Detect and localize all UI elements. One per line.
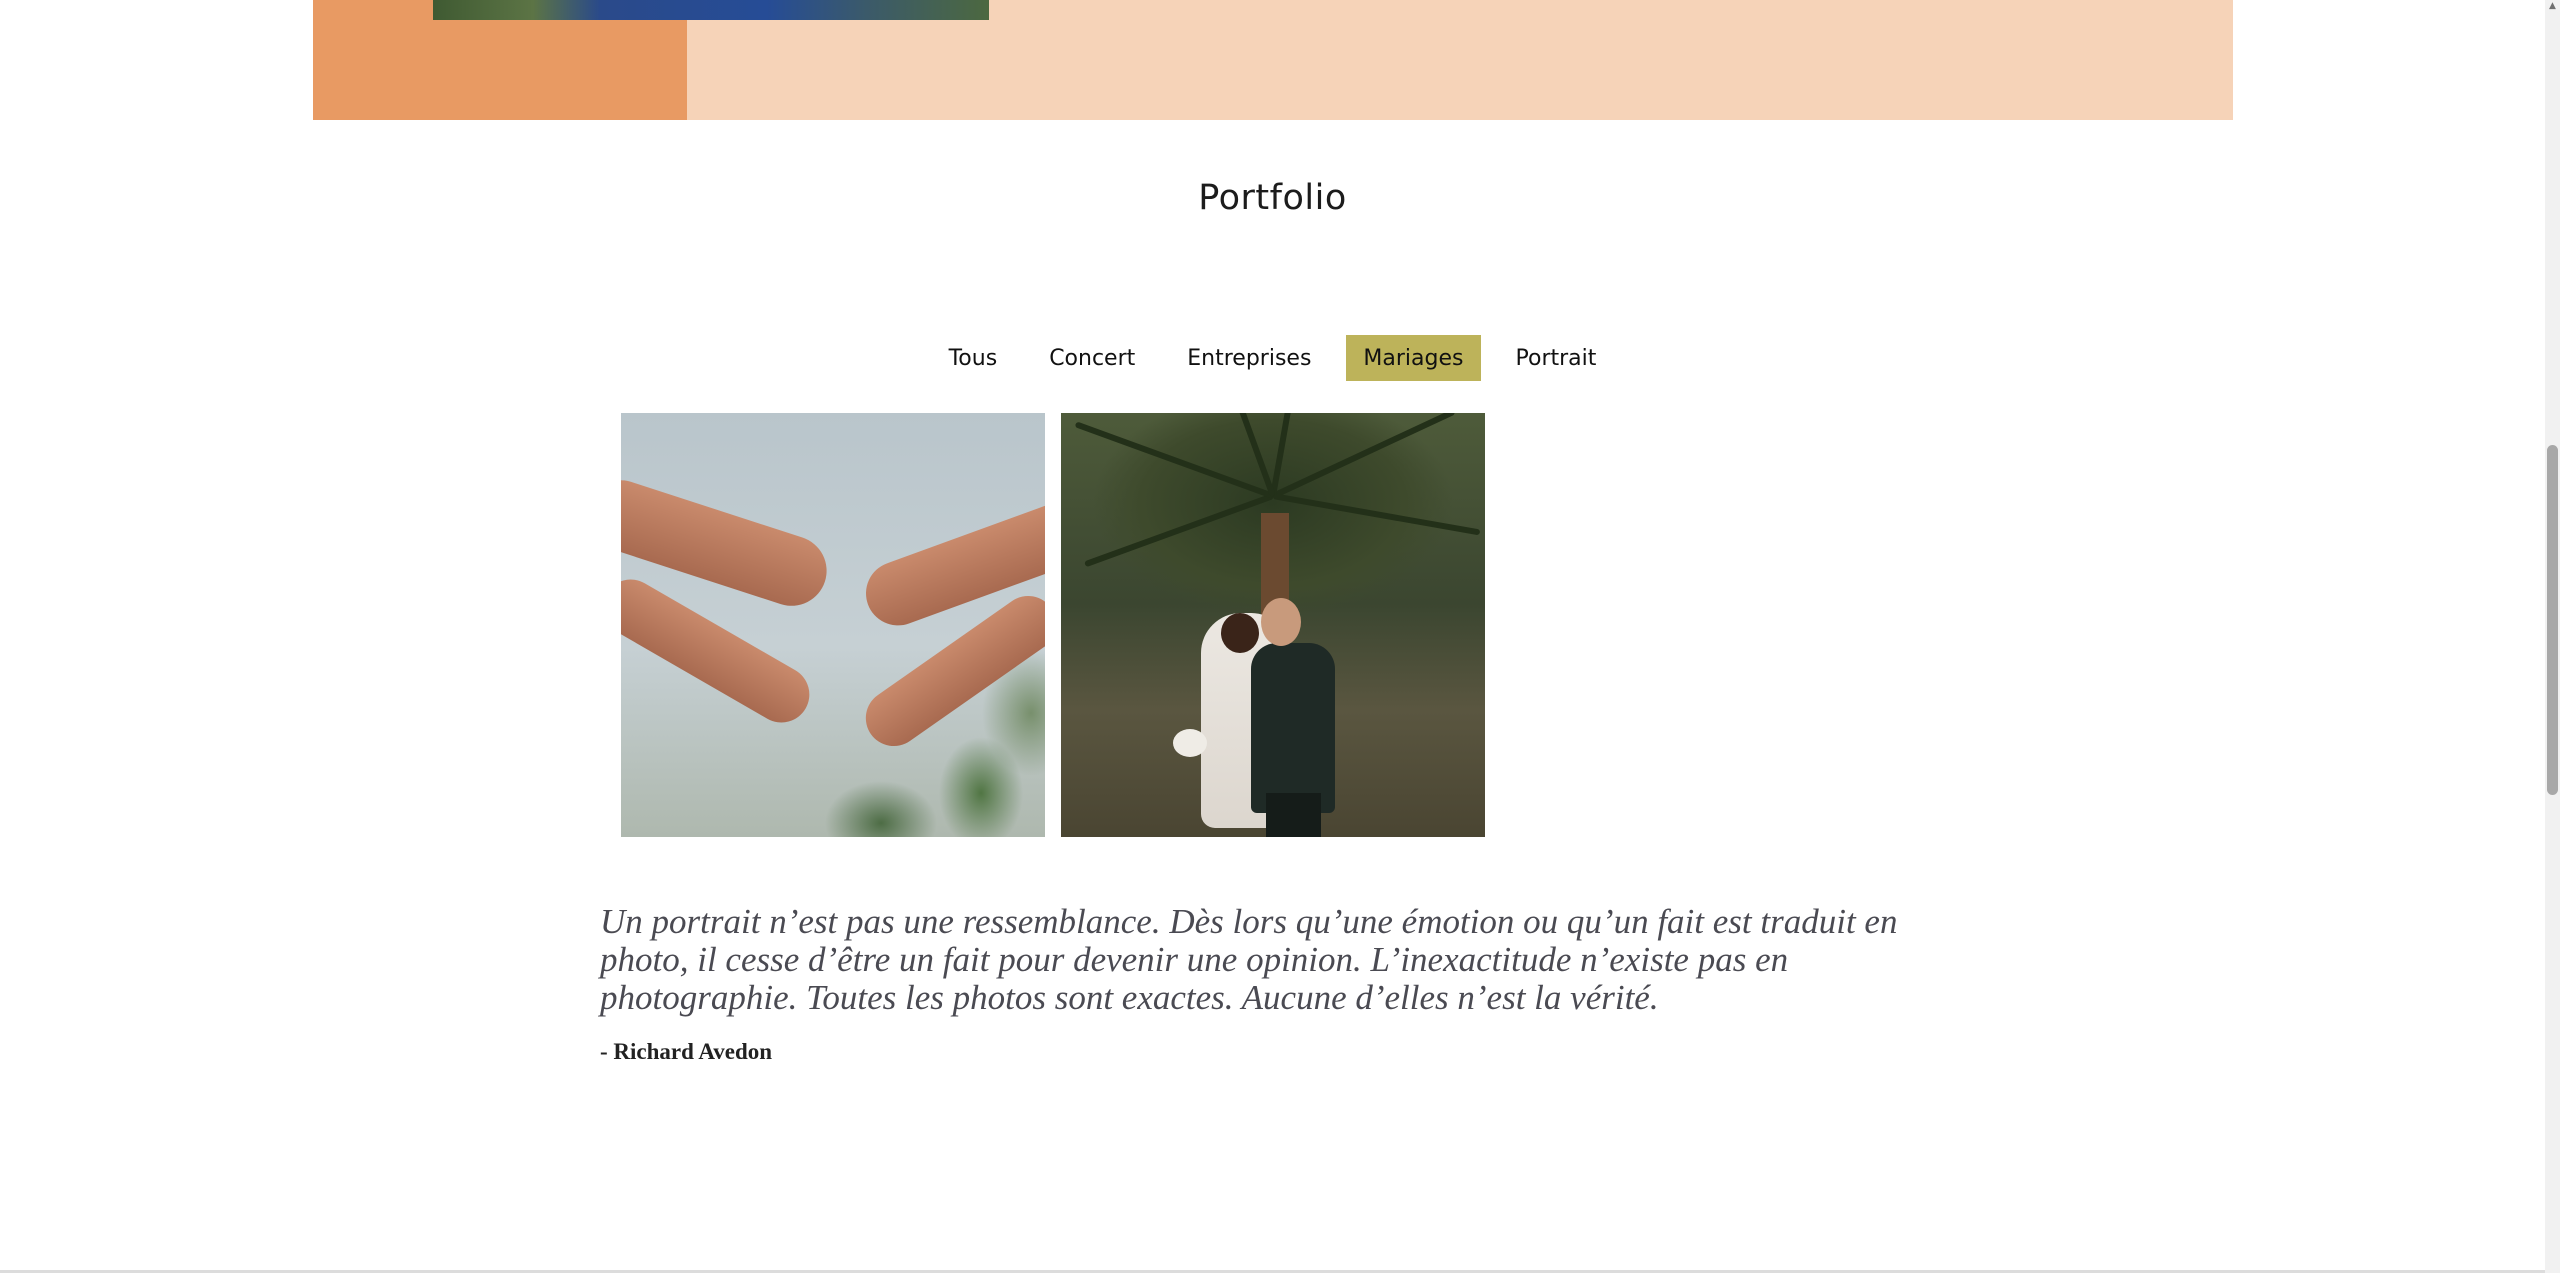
- groom-legs: [1266, 793, 1321, 837]
- palm-frond: [1271, 413, 1456, 499]
- palm-frond: [1074, 421, 1275, 499]
- filter-mariages[interactable]: Mariages: [1346, 335, 1481, 381]
- quote-block: Un portrait n’est pas une ressemblance. …: [600, 903, 1960, 1065]
- hero-bottom-band: [313, 0, 2233, 120]
- quote-author: - Richard Avedon: [600, 1039, 773, 1064]
- scrollbar-track[interactable]: ▲: [2545, 0, 2560, 1273]
- gallery-image-hands[interactable]: [621, 413, 1045, 837]
- groom-head: [1261, 598, 1301, 646]
- portfolio-gallery: [621, 413, 1485, 837]
- portfolio-filter-bar: Tous Concert Entreprises Mariages Portra…: [0, 335, 2545, 381]
- filter-tous[interactable]: Tous: [932, 335, 1015, 381]
- scrollbar-thumb[interactable]: [2547, 445, 2558, 795]
- bouquet: [1173, 729, 1207, 757]
- filter-portrait[interactable]: Portrait: [1499, 335, 1614, 381]
- filter-entreprises[interactable]: Entreprises: [1170, 335, 1328, 381]
- groom-figure: [1251, 643, 1335, 813]
- bride-head: [1221, 613, 1259, 653]
- quote-text: Un portrait n’est pas une ressemblance. …: [600, 902, 1898, 1017]
- gallery-image-wedding-couple[interactable]: [1061, 413, 1485, 837]
- hero-photo: [433, 0, 989, 20]
- filter-concert[interactable]: Concert: [1032, 335, 1152, 381]
- palm-frond: [1084, 493, 1275, 568]
- portfolio-title: Portfolio: [1198, 178, 1347, 218]
- scroll-up-arrow-icon[interactable]: ▲: [2547, 0, 2558, 12]
- palm-frond: [1272, 493, 1481, 536]
